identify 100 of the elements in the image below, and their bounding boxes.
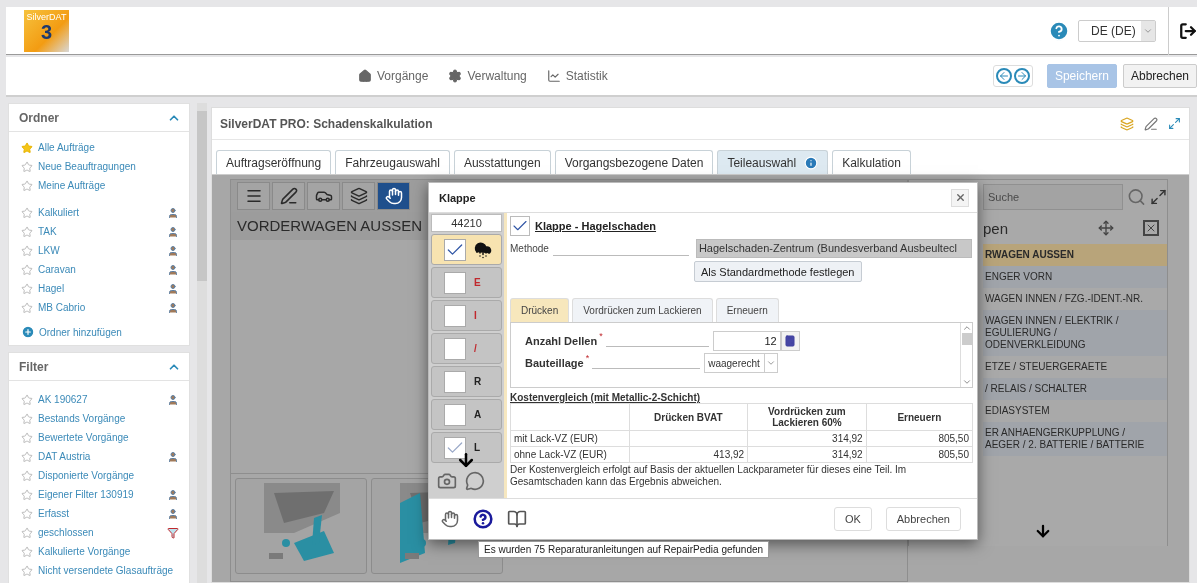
star-icon[interactable] bbox=[21, 412, 33, 425]
move-icon[interactable] bbox=[1097, 220, 1114, 236]
star-icon[interactable] bbox=[21, 244, 33, 257]
star-icon[interactable] bbox=[21, 545, 33, 558]
checkbox[interactable] bbox=[444, 403, 466, 426]
group-item[interactable]: ER ANHAENGERKUPPLUNG / AEGER / 2. BATTERIE / BATTERIE bbox=[983, 422, 1167, 456]
star-icon[interactable] bbox=[21, 160, 33, 173]
tab[interactable]: Auftragseröffnung bbox=[216, 150, 332, 174]
group-item[interactable]: WAGEN INNEN / ELEKTRIK / EGULIERUNG / ODENVERKLEIDUNG bbox=[983, 310, 1167, 356]
group-item[interactable]: RWAGEN AUSSEN bbox=[983, 244, 1167, 266]
star-icon[interactable] bbox=[21, 507, 33, 520]
tab[interactable]: Teileauswahl bbox=[717, 150, 829, 174]
checkbox[interactable] bbox=[444, 337, 466, 360]
folder-link[interactable]: Kalkuliert bbox=[38, 207, 162, 218]
tab[interactable]: Vordrücken zum Lackieren bbox=[572, 298, 713, 322]
scrollbar-thumb[interactable] bbox=[961, 333, 972, 345]
tool-button[interactable] bbox=[272, 182, 305, 210]
method-select[interactable]: Hagelschaden-Zentrum (Bundesverband Ausbeultecl bbox=[695, 239, 972, 258]
star-icon[interactable] bbox=[21, 393, 33, 406]
tool-button[interactable] bbox=[307, 182, 340, 210]
cancel-button[interactable]: Abbrechen bbox=[1122, 64, 1197, 88]
checkbox[interactable] bbox=[510, 216, 530, 236]
scroll-up-icon[interactable] bbox=[961, 323, 972, 333]
expand-icon[interactable] bbox=[1149, 188, 1167, 206]
close-icon[interactable] bbox=[1143, 220, 1159, 236]
default-method-button[interactable]: Als Standardmethode festlegen bbox=[694, 261, 862, 282]
star-icon[interactable] bbox=[21, 179, 33, 192]
folder-link[interactable]: geschlossen bbox=[38, 527, 162, 538]
pen-icon[interactable] bbox=[1144, 116, 1158, 131]
close-button[interactable] bbox=[951, 188, 969, 207]
option-button[interactable]: I bbox=[431, 300, 502, 331]
camera-icon[interactable] bbox=[437, 471, 457, 491]
comment-icon[interactable] bbox=[465, 471, 485, 491]
search-icon[interactable] bbox=[1127, 187, 1146, 207]
folder-link[interactable]: Disponierte Vorgänge bbox=[38, 470, 179, 481]
manual-icon[interactable] bbox=[507, 509, 527, 529]
folder-link[interactable]: TAK bbox=[38, 226, 162, 237]
expand-icon[interactable] bbox=[1168, 117, 1181, 130]
folder-link[interactable]: Kalkulierte Vorgänge bbox=[38, 546, 179, 557]
part-number-field[interactable]: 44210 bbox=[431, 214, 502, 232]
folder-link[interactable]: Hagel bbox=[38, 283, 162, 294]
add-folder-link[interactable]: Ordner hinzufügen bbox=[21, 325, 179, 339]
nav-link[interactable]: Verwaltung bbox=[448, 69, 527, 83]
folder-link[interactable]: Nicht versendete Glasaufträge bbox=[38, 565, 179, 576]
checkbox[interactable] bbox=[444, 370, 466, 393]
star-icon[interactable] bbox=[21, 450, 33, 463]
logout-icon[interactable] bbox=[1179, 21, 1197, 40]
checkbox[interactable] bbox=[444, 271, 466, 294]
checkbox[interactable] bbox=[444, 304, 466, 327]
star-icon[interactable] bbox=[21, 526, 33, 539]
tool-button[interactable] bbox=[237, 182, 270, 210]
folder-link[interactable]: Meine Aufträge bbox=[38, 180, 179, 191]
folder-link[interactable]: Bestands Vorgänge bbox=[38, 413, 179, 424]
tab[interactable]: Drücken bbox=[510, 298, 570, 322]
option-button[interactable]: A bbox=[431, 399, 502, 430]
layers-icon[interactable] bbox=[1120, 116, 1134, 131]
tool-button[interactable] bbox=[342, 182, 375, 210]
help-icon[interactable] bbox=[473, 509, 493, 529]
tab[interactable]: Erneuern bbox=[715, 298, 779, 322]
tab[interactable]: Kalkulation bbox=[832, 150, 911, 174]
star-icon[interactable] bbox=[21, 564, 33, 577]
tab[interactable]: Vorgangsbezogene Daten bbox=[554, 150, 714, 174]
folder-link[interactable]: DAT Austria bbox=[38, 451, 162, 462]
folder-link[interactable]: Erfasst bbox=[38, 508, 162, 519]
tab[interactable]: Ausstattungen bbox=[453, 150, 551, 174]
tool-button[interactable] bbox=[377, 182, 410, 210]
option-button[interactable] bbox=[431, 234, 502, 265]
language-select[interactable]: DE (DE) bbox=[1078, 19, 1156, 42]
option-button[interactable]: E bbox=[431, 267, 502, 298]
option-button[interactable]: / bbox=[431, 333, 502, 364]
folder-link[interactable]: Bewertete Vorgänge bbox=[38, 432, 179, 443]
ok-button[interactable]: OK bbox=[833, 507, 872, 531]
search-field[interactable]: Suche bbox=[983, 184, 1123, 210]
option-button[interactable]: L bbox=[431, 432, 502, 463]
folder-link[interactable]: AK 190627 bbox=[38, 394, 162, 405]
option-button[interactable]: R bbox=[431, 366, 502, 397]
hand-icon[interactable] bbox=[441, 510, 459, 528]
folder-link[interactable]: Neue Beauftragungen bbox=[38, 161, 179, 172]
star-icon[interactable] bbox=[21, 225, 33, 238]
star-icon[interactable] bbox=[21, 282, 33, 295]
folder-link[interactable]: MB Cabrio bbox=[38, 302, 162, 313]
nav-link[interactable]: Statistik bbox=[546, 69, 608, 83]
checkbox[interactable] bbox=[444, 436, 466, 459]
checkbox[interactable] bbox=[444, 238, 466, 261]
star-icon[interactable] bbox=[21, 206, 33, 219]
group-item[interactable]: / RELAIS / SCHALTER bbox=[983, 378, 1167, 400]
select-field[interactable]: waagerecht bbox=[704, 353, 778, 373]
scroll-down-icon[interactable] bbox=[961, 377, 972, 387]
scrollbar-thumb[interactable] bbox=[197, 111, 207, 281]
star-icon[interactable] bbox=[21, 301, 33, 314]
folder-link[interactable]: Eigener Filter 130919 bbox=[38, 489, 162, 500]
group-item[interactable]: ENGER VORN bbox=[983, 266, 1167, 288]
star-icon[interactable] bbox=[21, 488, 33, 501]
folder-link[interactable]: Caravan bbox=[38, 264, 162, 275]
folder-link[interactable]: Alle Aufträge bbox=[38, 142, 179, 153]
star-icon[interactable] bbox=[21, 263, 33, 276]
star-icon[interactable] bbox=[21, 431, 33, 444]
cancel-button[interactable]: Abbrechen bbox=[885, 507, 961, 531]
star-icon[interactable] bbox=[21, 141, 33, 154]
number-field[interactable]: 12 bbox=[712, 331, 781, 351]
